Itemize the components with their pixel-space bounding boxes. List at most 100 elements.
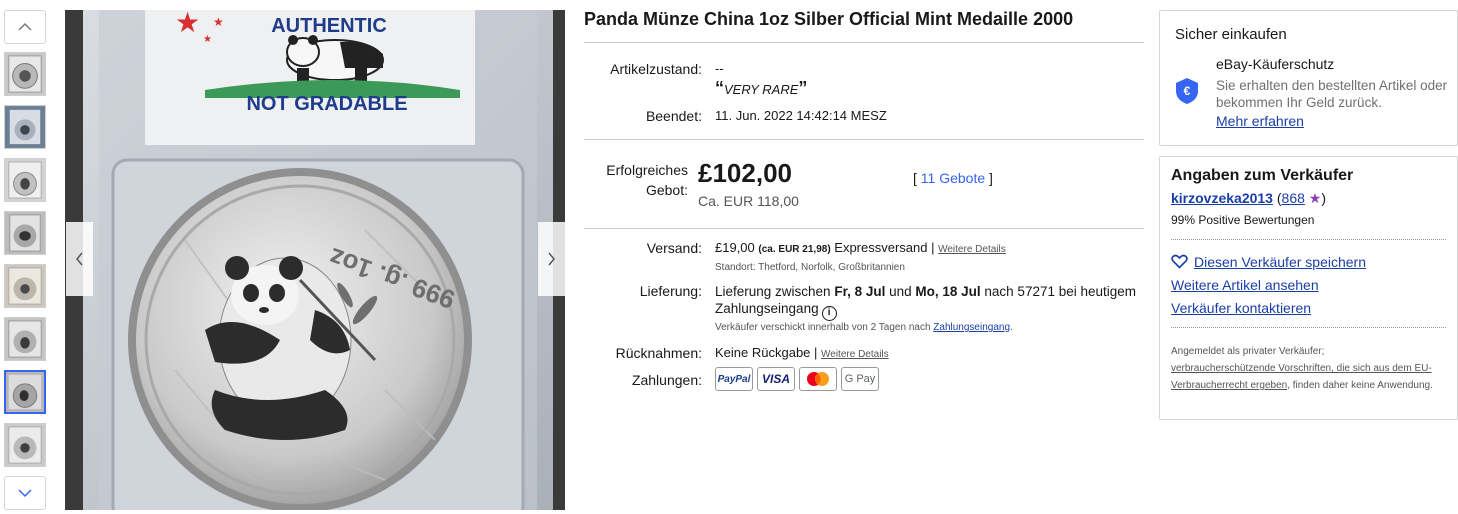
- next-image-button[interactable]: [538, 222, 565, 296]
- open-quote: “: [715, 78, 724, 98]
- main-product-image[interactable]: ★ ★ ★ AUTHENTIC NOT GRADABLE 999 .g. 1oz: [65, 10, 565, 510]
- thumbnail-scroll-down-button[interactable]: [4, 476, 46, 510]
- mastercard-icon: [799, 367, 837, 391]
- svg-text:€: €: [1184, 84, 1191, 98]
- thumbnail-2[interactable]: [4, 105, 46, 149]
- google-pay-icon: G Pay: [841, 367, 879, 391]
- shipping-label: Versand:: [646, 240, 702, 256]
- seller-note-text: VERY RARE: [724, 82, 799, 97]
- previous-image-button[interactable]: [66, 222, 93, 296]
- winning-bid-label-line2: Gebot:: [645, 182, 688, 198]
- winning-bid-label: Erfolgreiches Gebot:: [606, 160, 688, 200]
- legal-text: Angemeldet als privater Verkäufer;: [1171, 346, 1325, 357]
- heart-icon: [1171, 254, 1188, 269]
- returns-policy: Keine Rückgabe |: [715, 345, 818, 360]
- coin-thumbnail-image: [5, 159, 45, 201]
- contact-seller-link[interactable]: Verkäufer kontaktieren: [1171, 300, 1311, 316]
- dispatch-note-end: .: [1010, 322, 1013, 333]
- divider: [584, 228, 1144, 229]
- buyer-protection-text: Sie erhalten den bestellten Artikel oder…: [1216, 78, 1448, 110]
- bid-count: [ 11 Gebote ]: [913, 170, 993, 186]
- bids-bracket-close: ]: [985, 170, 993, 186]
- divider: [584, 42, 1144, 43]
- seller-identity: kirzovzeka2013 (868 ★): [1171, 190, 1326, 207]
- coin-thumbnail-image: [5, 318, 45, 360]
- chevron-right-icon: [548, 252, 555, 266]
- info-icon[interactable]: i: [821, 306, 837, 321]
- thumbnail-7-selected[interactable]: [4, 370, 46, 414]
- delivery-date-from: Fr, 8 Jul: [834, 284, 886, 299]
- chevron-down-icon: [18, 489, 32, 498]
- delivery-label: Lieferung:: [639, 283, 702, 299]
- star-icon: ★: [1308, 190, 1322, 206]
- shield-euro-icon: €: [1176, 78, 1198, 104]
- payment-methods: PayPal VISA G Pay: [715, 367, 879, 391]
- dispatch-note-text: Verkäufer verschickt innerhalb von 2 Tag…: [715, 322, 934, 333]
- bid-history-link[interactable]: 11 Gebote: [921, 170, 985, 186]
- thumbnail-4[interactable]: [4, 211, 46, 255]
- returns-details-link[interactable]: Weitere Details: [821, 349, 889, 360]
- feedback-score-link[interactable]: 868: [1282, 190, 1305, 206]
- chevron-left-icon: [76, 252, 83, 266]
- buyer-protection-title: eBay-Käuferschutz: [1216, 56, 1335, 72]
- coin-thumbnail-image: [5, 212, 45, 254]
- thumbnail-5[interactable]: [4, 264, 46, 308]
- chevron-up-icon: [18, 22, 32, 31]
- condition-label: Artikelzustand:: [610, 61, 702, 77]
- close-quote: ”: [798, 78, 808, 98]
- divider: [1171, 327, 1446, 328]
- more-items-link[interactable]: Weitere Artikel ansehen: [1171, 277, 1319, 293]
- item-location: Standort: Thetford, Norfolk, Großbritann…: [715, 262, 905, 273]
- secure-shopping-panel: Sicher einkaufen € eBay-Käuferschutz Sie…: [1159, 10, 1458, 146]
- authentic-label: AUTHENTIC: [271, 15, 387, 37]
- learn-more-link[interactable]: Mehr erfahren: [1216, 113, 1304, 129]
- payment-received-link[interactable]: Zahlungseingang: [933, 322, 1010, 333]
- thumbnail-3[interactable]: [4, 158, 46, 202]
- delivery-text: nach 57271 bei heutigem: [980, 284, 1137, 299]
- thumbnail-strip: [0, 8, 52, 514]
- shipping-method: Expressversand |: [834, 240, 935, 255]
- secure-shopping-title: Sicher einkaufen: [1175, 26, 1287, 43]
- thumbnail-1[interactable]: [4, 52, 46, 96]
- thumbnail-6[interactable]: [4, 317, 46, 361]
- private-seller-notice: Angemeldet als privater Verkäufer; verbr…: [1171, 343, 1449, 394]
- seller-note: “VERY RARE”: [715, 78, 807, 99]
- thumbnail-8[interactable]: [4, 423, 46, 467]
- divider: [1171, 239, 1446, 240]
- coin-thumbnail-image: [5, 106, 45, 148]
- svg-text:★: ★: [213, 15, 224, 29]
- coin-photo: ★ ★ ★ AUTHENTIC NOT GRADABLE 999 .g. 1oz: [65, 10, 565, 510]
- shipping-details-link[interactable]: Weitere Details: [938, 244, 1006, 255]
- winning-bid-price-eur: Ca. EUR 118,00: [698, 193, 799, 209]
- legal-text: , finden daher keine Anwendung.: [1287, 380, 1433, 391]
- delivery-text: Zahlungseingang: [715, 301, 819, 316]
- thumbnail-scroll-up-button[interactable]: [4, 10, 46, 44]
- save-seller-link[interactable]: Diesen Verkäufer speichern: [1171, 254, 1366, 270]
- seller-info-panel: Angaben zum Verkäufer kirzovzeka2013 (86…: [1159, 156, 1458, 420]
- shipping-value: £19,00 (ca. EUR 21,98) Expressversand | …: [715, 240, 1006, 255]
- ended-value: 11. Jun. 2022 14:42:14 MESZ: [715, 108, 887, 123]
- coin-thumbnail-image: [6, 372, 44, 412]
- delivery-date-to: Mo, 18 Jul: [915, 284, 981, 299]
- mastercard-logo: [807, 372, 829, 386]
- delivery-value: Lieferung zwischen Fr, 8 Jul und Mo, 18 …: [715, 283, 1136, 321]
- shipping-price: £19,00: [715, 240, 755, 255]
- coin-thumbnail-image: [5, 424, 45, 466]
- item-title: Panda Münze China 1oz Silber Official Mi…: [584, 9, 1074, 29]
- returns-value: Keine Rückgabe | Weitere Details: [715, 345, 889, 360]
- seller-name-link[interactable]: kirzovzeka2013: [1171, 190, 1273, 206]
- svg-text:★: ★: [203, 34, 212, 45]
- divider: [584, 139, 1144, 140]
- not-gradable-label: NOT GRADABLE: [246, 93, 407, 115]
- ended-label: Beendet:: [645, 108, 702, 124]
- winning-bid-price: £102,00: [698, 158, 792, 188]
- paypal-icon: PayPal: [715, 367, 753, 391]
- winning-bid-label-line1: Erfolgreiches: [606, 162, 688, 178]
- dispatch-note: Verkäufer verschickt innerhalb von 2 Tag…: [715, 322, 1013, 333]
- save-seller-label: Diesen Verkäufer speichern: [1194, 254, 1366, 270]
- paren-open: (: [1272, 190, 1282, 206]
- shipping-price-eur: (ca. EUR 21,98): [758, 244, 831, 255]
- returns-label: Rücknahmen:: [615, 345, 702, 361]
- payments-label: Zahlungen:: [631, 372, 702, 388]
- coin-thumbnail-image: [5, 53, 45, 95]
